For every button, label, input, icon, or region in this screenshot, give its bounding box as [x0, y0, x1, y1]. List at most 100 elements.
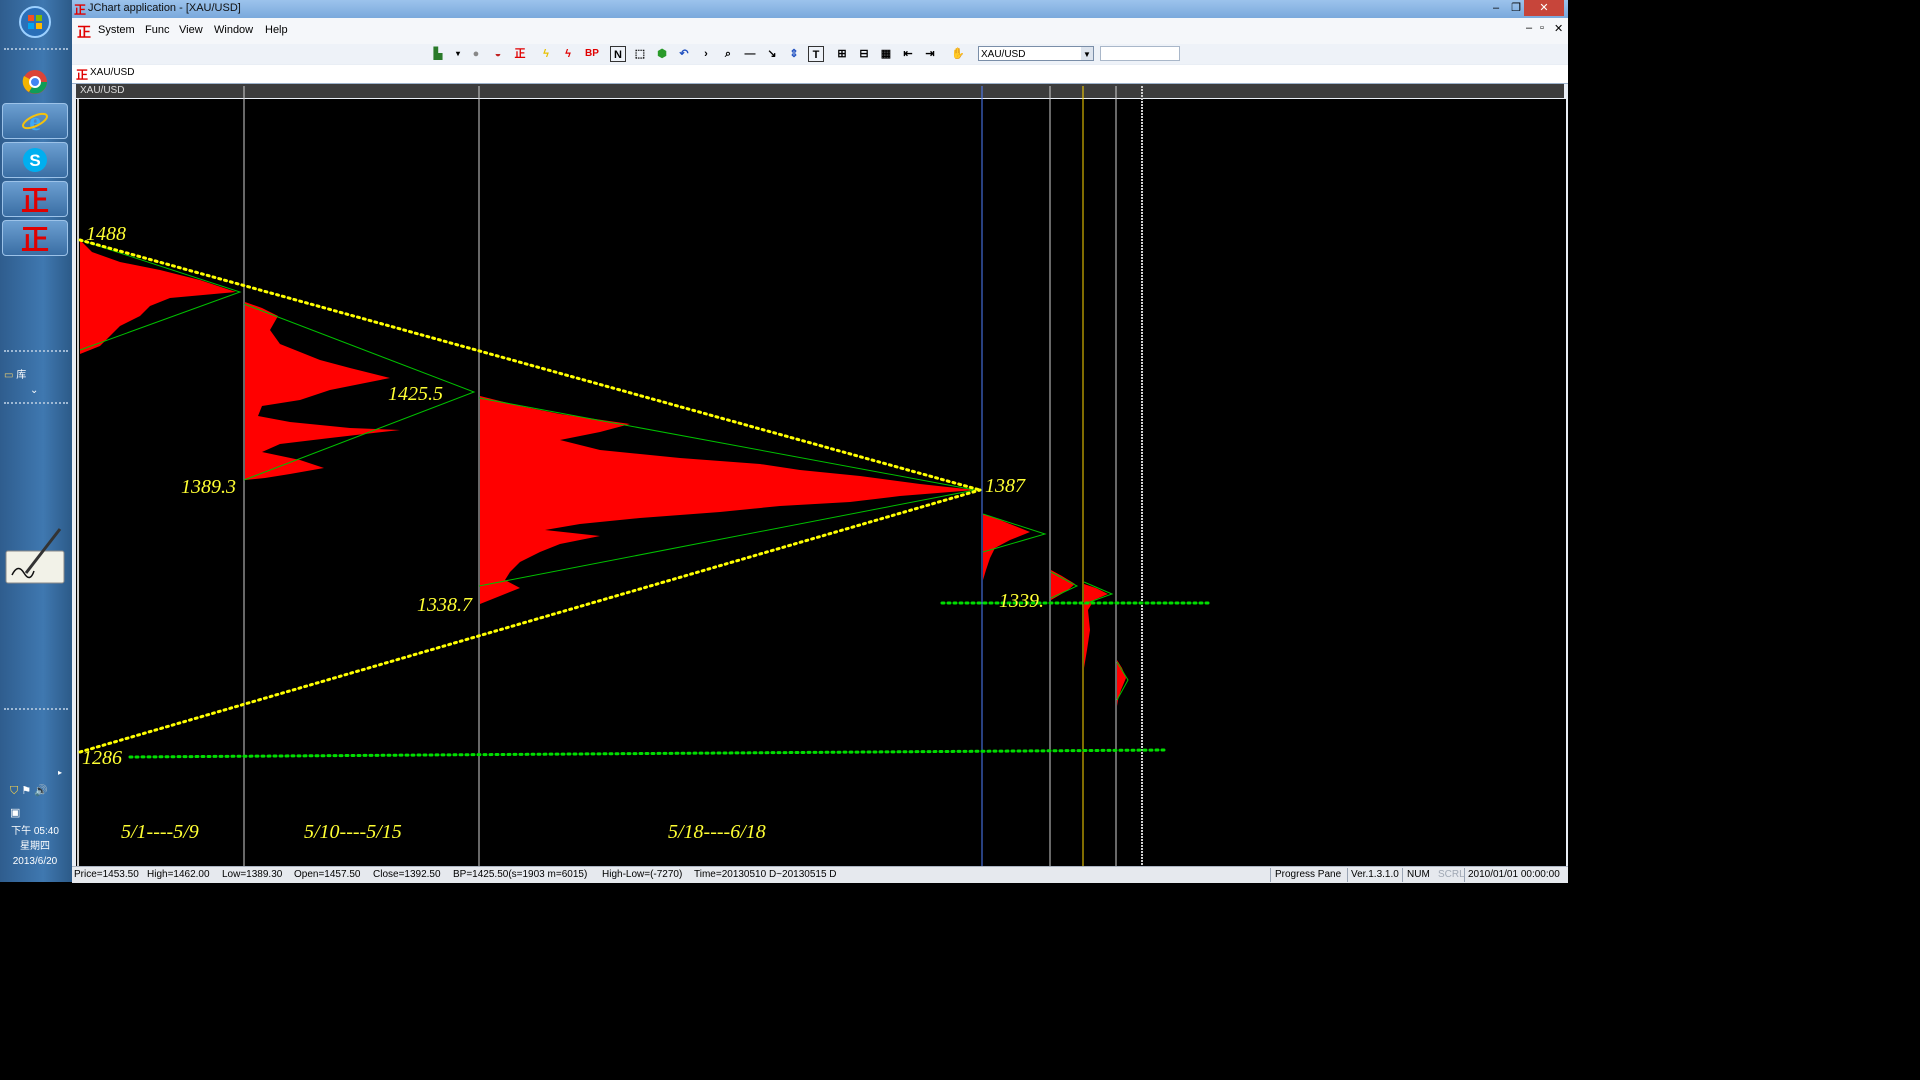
status-low: Low=1389.30 [222, 869, 283, 880]
scroll-left-icon[interactable]: ⇤ [900, 46, 916, 62]
mdi-minimize-button[interactable]: – [1526, 22, 1532, 34]
lightning-red-icon[interactable]: ϟ [560, 46, 576, 62]
scroll-right-icon[interactable]: ⇥ [922, 46, 938, 62]
status-separator [1402, 868, 1403, 882]
status-pane: Progress Pane [1275, 869, 1342, 880]
cube-icon[interactable]: ⬢ [654, 46, 670, 62]
chrome-icon [22, 70, 47, 94]
status-high: High=1462.00 [147, 869, 210, 880]
jchart-taskbar-button-2[interactable]: 正 [2, 220, 68, 256]
symbol-select[interactable]: XAU/USD ▼ [978, 46, 1094, 61]
taskbar-grip [4, 48, 68, 54]
chart-header-symbol: XAU/USD [80, 85, 125, 96]
select-cursor-icon[interactable]: ⬚ [632, 46, 648, 62]
network-icon[interactable]: ▣ [10, 806, 20, 819]
diagonal-line-icon[interactable]: ↘ [764, 46, 780, 62]
chevron-down-icon[interactable]: ▼ [1081, 47, 1093, 60]
mdi-restore-button[interactable]: ▫ [1540, 22, 1544, 34]
volume-icon[interactable]: 🔊 [34, 785, 48, 797]
car-icon[interactable]: ◒ [490, 46, 506, 62]
menu-func[interactable]: Func [145, 24, 169, 36]
svg-text:S: S [29, 151, 40, 170]
menu-bar: 正 System Func View Window Help – ▫ ✕ [72, 18, 1568, 45]
dropdown-arrow-icon[interactable]: ▾ [450, 46, 466, 62]
window-title: JChart application - [XAU/USD] [88, 2, 241, 14]
zoom-in-icon[interactable]: ⊞ [834, 46, 850, 62]
status-close: Close=1392.50 [373, 869, 441, 880]
ie-taskbar-button[interactable]: e [2, 103, 68, 139]
jchart-window: 正 JChart application - [XAU/USD] – ❐ ✕ 正… [72, 0, 1568, 883]
zoom-icon[interactable]: ⌕ [720, 46, 736, 62]
horizontal-line-icon[interactable]: — [742, 46, 758, 62]
app-menu-icon[interactable]: 正 [76, 23, 92, 39]
jchart-logo-icon: 正 [21, 223, 49, 253]
chrome-taskbar-button[interactable] [2, 64, 68, 100]
toolbar: ▙ ▾ ● ◒ 正 ϟ ϟ BP N ⬚ ⬢ ↶ › ⌕ — ↘ ⇕ T ⊞ ⊟… [72, 44, 1568, 64]
clock-date: 2013/6/20 [12, 856, 58, 867]
chart-header: XAU/USD [76, 84, 1564, 98]
windows-taskbar: e S 正 正 ▭ 库 ⌄ ▸ ⛉ ⚑ 🔊 ▣ 下午 05:40 星期四 201… [0, 0, 73, 882]
vertical-arrows-icon[interactable]: ⇕ [786, 46, 802, 62]
bar-chart-icon[interactable]: ▙ [430, 46, 446, 62]
jchart-logo-icon[interactable]: 正 [512, 46, 528, 62]
lightning-yellow-icon[interactable]: ϟ [538, 46, 554, 62]
status-bp: BP=1425.50(s=1903 m=6015) [453, 869, 588, 880]
jchart-taskbar-button-1[interactable]: 正 [2, 181, 68, 217]
circle-icon[interactable]: ● [468, 46, 484, 62]
mdi-close-button[interactable]: ✕ [1554, 22, 1563, 35]
status-separator [1270, 868, 1271, 882]
search-input[interactable] [1100, 46, 1180, 61]
bp-button[interactable]: BP [582, 46, 602, 62]
title-bar: 正 JChart application - [XAU/USD] – ❐ ✕ [72, 0, 1568, 18]
clock-time: 下午 05:40 [11, 826, 59, 837]
library-toolbar[interactable]: ▭ 库 [4, 366, 26, 381]
close-button[interactable]: ✕ [1524, 0, 1564, 16]
clock[interactable]: 下午 05:40 星期四 2013/6/20 [0, 824, 70, 869]
chevron-right-icon[interactable]: › [698, 46, 714, 62]
svg-text:正: 正 [77, 25, 91, 39]
symbol-select-value: XAU/USD [981, 49, 1026, 60]
status-separator [1464, 868, 1465, 882]
svg-text:e: e [29, 107, 41, 135]
windows-orb-icon [19, 6, 51, 38]
status-version: Ver.1.3.1.0 [1351, 869, 1399, 880]
svg-text:正: 正 [74, 3, 86, 15]
menu-view[interactable]: View [179, 24, 203, 36]
menu-system[interactable]: System [98, 24, 135, 36]
status-time: Time=20130510 D~20130515 D [694, 869, 837, 880]
status-scrl: SCRL [1438, 869, 1465, 880]
status-high-low: High-Low=(-7270) [602, 869, 683, 880]
svg-text:正: 正 [21, 223, 49, 253]
clock-weekday: 星期四 [20, 841, 50, 852]
menu-help[interactable]: Help [265, 24, 288, 36]
show-hidden-icons-icon[interactable]: ▸ [58, 768, 62, 777]
chevron-down-icon[interactable]: ⌄ [30, 385, 38, 396]
internet-explorer-icon: e [22, 107, 48, 135]
status-bar: Price=1453.50 High=1462.00 Low=1389.30 O… [72, 866, 1568, 883]
start-button[interactable] [2, 4, 68, 40]
taskbar-grip [4, 350, 68, 356]
shield-icon[interactable]: ⛉ [10, 785, 18, 797]
status-price: Price=1453.50 [74, 869, 139, 880]
app-logo-icon: 正 [74, 3, 86, 15]
status-open: Open=1457.50 [294, 869, 361, 880]
hand-icon[interactable]: ✋ [950, 46, 966, 62]
taskbar-grip [4, 402, 68, 408]
svg-text:正: 正 [76, 68, 88, 80]
menu-window[interactable]: Window [214, 24, 253, 36]
folder-icon: ▭ [4, 370, 14, 381]
rect-select-icon[interactable]: ▦ [878, 46, 894, 62]
pen-input-button[interactable] [4, 525, 66, 587]
tray-icons: ⛉ ⚑ 🔊 [10, 784, 48, 798]
zoom-out-icon[interactable]: ⊟ [856, 46, 872, 62]
svg-text:正: 正 [21, 184, 49, 214]
flag-icon[interactable]: ⚑ [21, 785, 31, 797]
skype-taskbar-button[interactable]: S [2, 142, 68, 178]
pen-tablet-icon [5, 528, 65, 584]
taskbar-grip [4, 708, 68, 714]
status-num: NUM [1407, 869, 1430, 880]
tab-xau-usd[interactable]: 正 XAU/USD [76, 67, 134, 80]
text-tool-button[interactable]: T [808, 46, 824, 62]
n-button[interactable]: N [610, 46, 626, 62]
undo-icon[interactable]: ↶ [676, 46, 692, 62]
